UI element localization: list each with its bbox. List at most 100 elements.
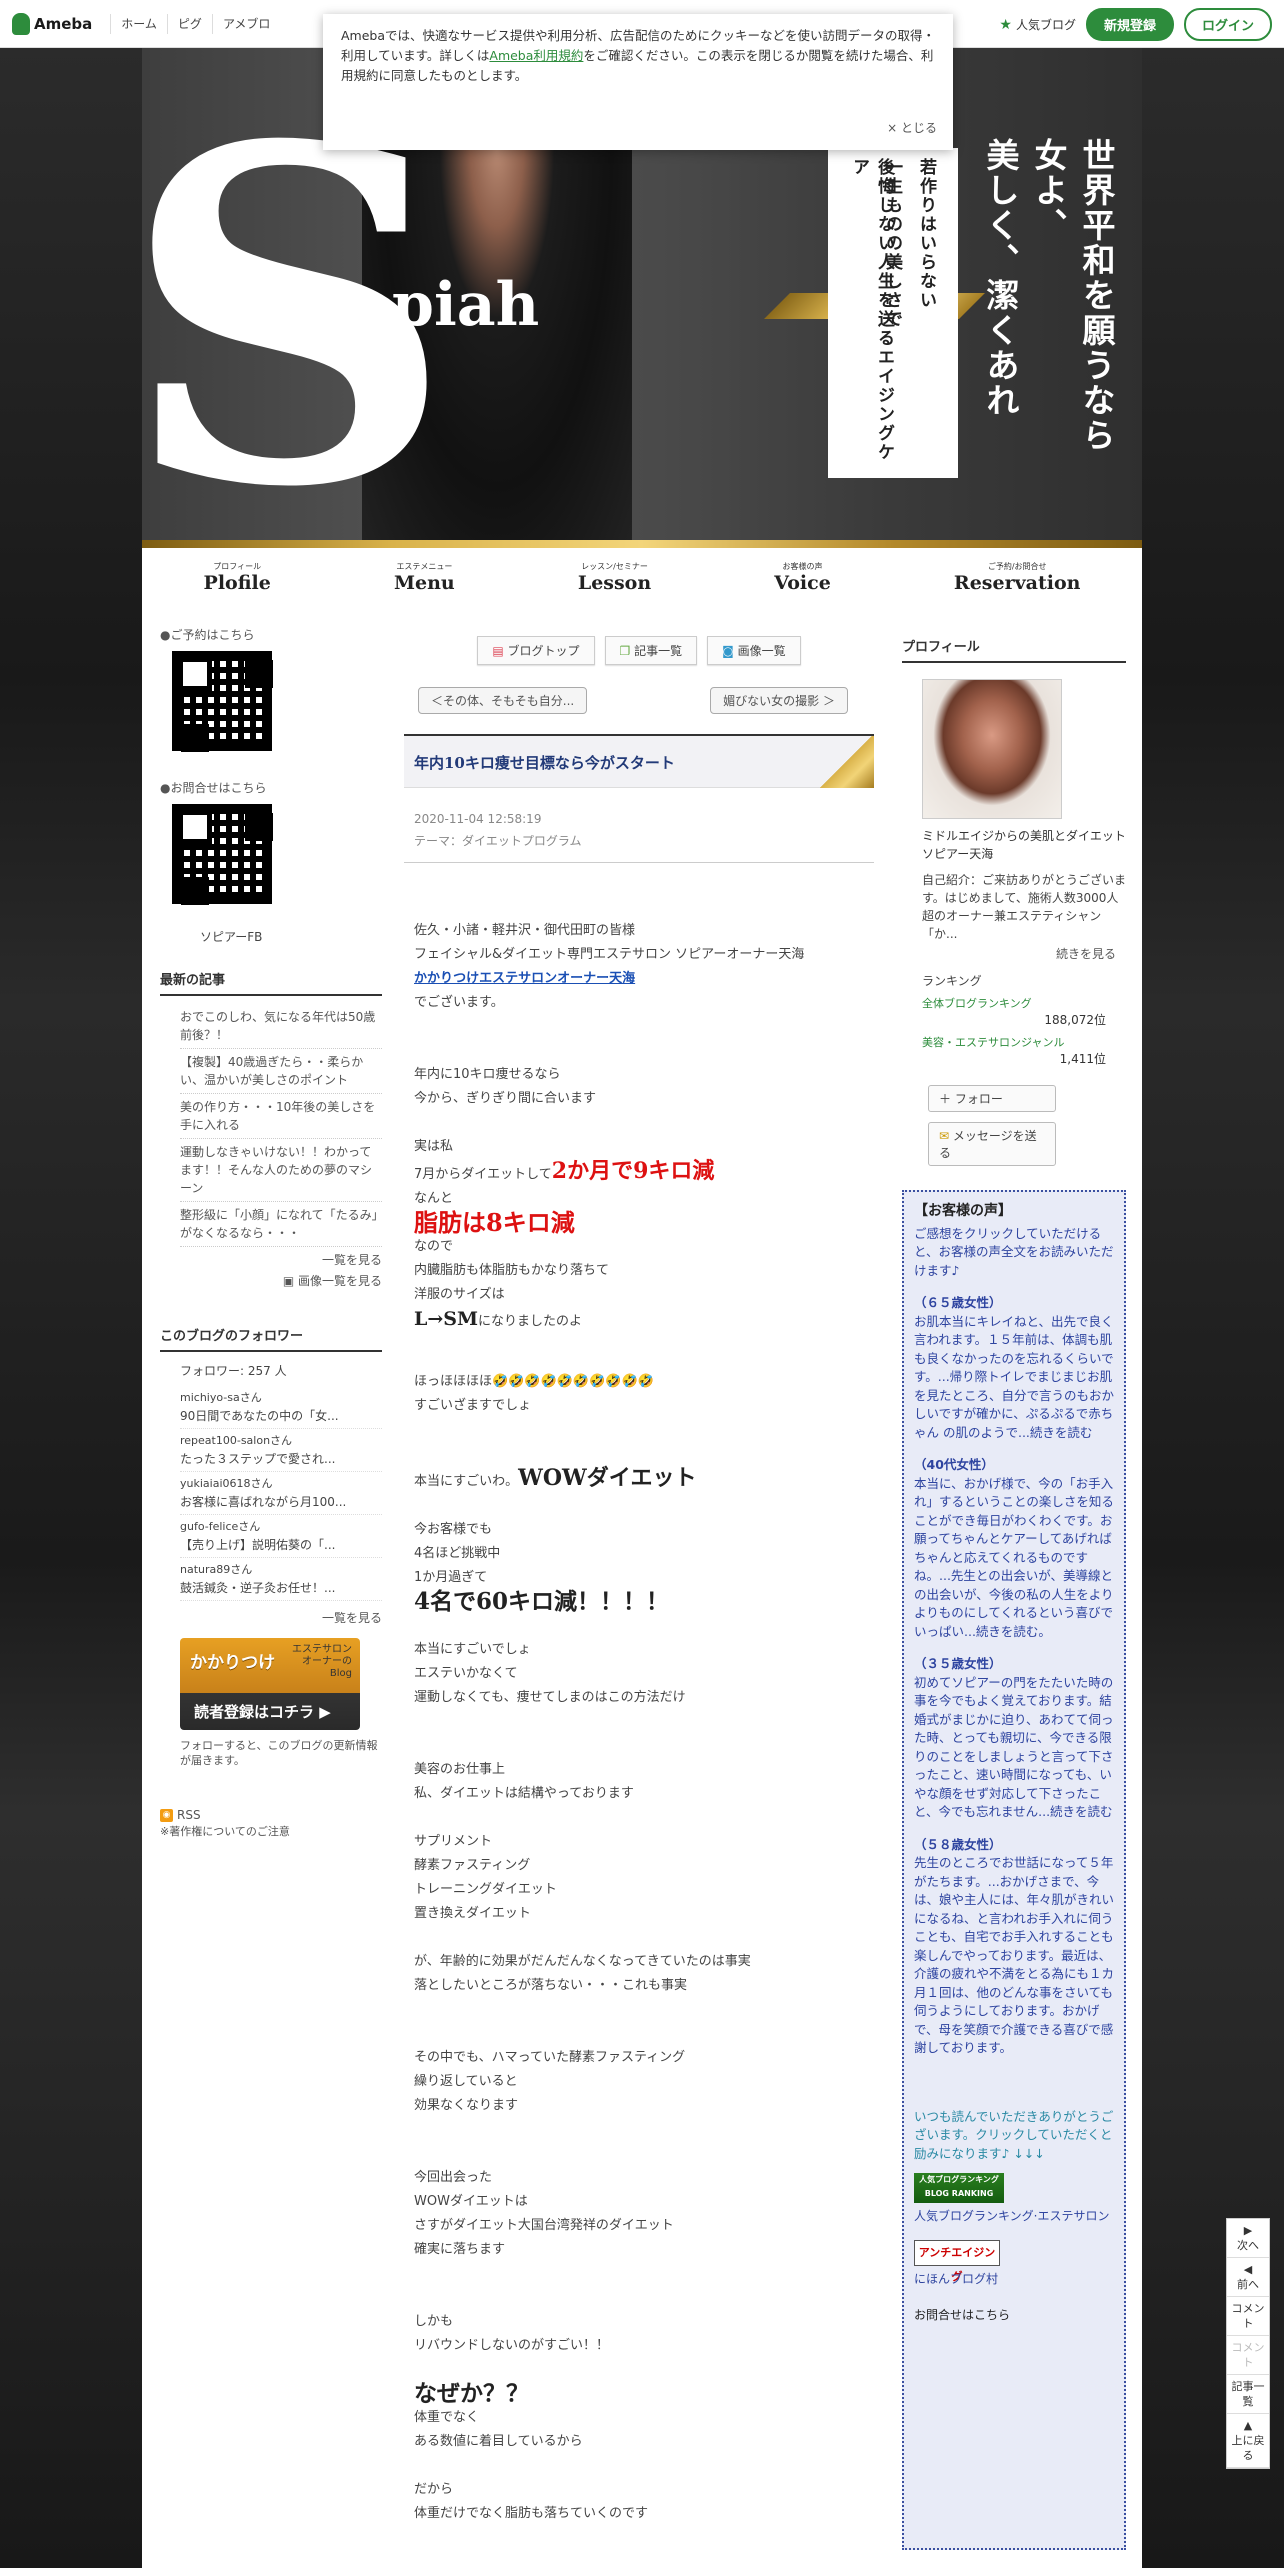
prev-article-button[interactable]: ＜その体、そもそも自分...	[418, 687, 588, 714]
recent-post-item[interactable]: 【複製】40歳過ぎたら・・柔らかい、温かいが美しさのポイント	[180, 1049, 382, 1094]
profile-avatar[interactable]	[922, 679, 1062, 819]
reserve-qr-code[interactable]	[172, 651, 272, 751]
voice-text[interactable]: お肌本当にキレイねと、出先で良く言われます。１５年前は、体調も肌も良くなかったの…	[914, 1313, 1114, 1443]
body-text: になりましたのよ	[478, 1314, 583, 1329]
ameba-logo[interactable]: Ameba	[12, 12, 92, 35]
body-line: だから	[414, 2482, 454, 2497]
voice-tail: いつも読んでいただきありがとうございます。クリックしていただくと励みになります♪…	[914, 2108, 1114, 2161]
owner-link[interactable]: かかりつけエステサロンオーナー天海	[414, 967, 874, 991]
rss-link[interactable]: ◉ RSS	[160, 1808, 382, 1822]
tab-image-list-label: 画像一覧	[737, 644, 786, 658]
voice-head: （５８歳女性）	[914, 1836, 1002, 1852]
menu-profile[interactable]: プロフィール Plofile	[204, 561, 271, 594]
body-line: 運動しなくても、痩せてしまのはこの方法だけ	[414, 1690, 686, 1705]
blog-menu: プロフィール Plofile エステメニュー Menu レッスン/セミナー Lesso…	[142, 548, 1142, 606]
recent-post-item[interactable]: 整形級に「小顔」になれて「たるみ」がなくなるなら・・・	[180, 1202, 382, 1247]
body-text: 7月からダイエットして	[414, 1167, 552, 1182]
recent-post-item[interactable]: 運動しなきゃいけない！！わかってます！！そんな人のための夢のマシーン	[180, 1139, 382, 1202]
followers-heading: このブログのフォロワー	[160, 1325, 382, 1352]
cookie-close-button[interactable]: × とじる	[887, 118, 937, 138]
voice-text[interactable]: 先生のところでお世話になって５年がたちます。...おかげさまで、今は、娘や主人に…	[914, 1854, 1114, 2058]
highlight-60kg: 4名で60キロ減！！！！	[414, 1588, 670, 1615]
next-nav-button[interactable]: ▶ 次へ	[1227, 2219, 1269, 2258]
body-line: しかも	[414, 2314, 454, 2329]
menu-menu[interactable]: エステメニュー Menu	[394, 561, 455, 594]
nav-home[interactable]: ホーム	[110, 13, 167, 34]
follower-item[interactable]: repeat100-salonさん たった３ステップで愛され...	[180, 1429, 382, 1472]
article-list-nav-button[interactable]: 記事一覧	[1227, 2375, 1269, 2414]
voice-intro: ご感想をクリックしていただけると、お客様の声全文をお読みいただけます♪	[914, 1225, 1114, 1278]
body-line: 4名ほど挑戦中	[414, 1546, 501, 1561]
menu-reservation[interactable]: ご予約/お問合せ Reservation	[954, 561, 1081, 594]
profile-name[interactable]: ミドルエイジからの美肌とダイエット ソピアー天海	[922, 827, 1126, 863]
body-line: 本当にすごいわ。WOWダイエット	[414, 1466, 874, 1494]
follower-item[interactable]: michiyo-saさん 90日間であなたの中の「女...	[180, 1386, 382, 1429]
comment-nav-button[interactable]: コメント	[1227, 2297, 1269, 2336]
facebook-link[interactable]: ソピアーFB	[200, 928, 382, 945]
image-list-link[interactable]: ▣ 画像一覧を見る	[160, 1272, 382, 1289]
follower-name: repeat100-salonさん	[180, 1434, 293, 1447]
tab-article-list[interactable]: ❐ 記事一覧	[604, 636, 698, 665]
body-line: 置き換えダイエット	[414, 1906, 531, 1921]
follower-item[interactable]: gufo-feliceさん 【売り上げ】説明佑葵の「...	[180, 1515, 382, 1558]
ranking-caption[interactable]: 人気ブログランキング·エステサロン	[914, 2207, 1114, 2226]
recent-post-item[interactable]: 美の作り方・・・10年後の美しさを手に入れる	[180, 1094, 382, 1139]
register-button[interactable]: 新規登録	[1085, 8, 1174, 41]
menu-voice[interactable]: お客様の声 Voice	[774, 561, 831, 594]
follow-button[interactable]: ＋ フォロー	[928, 1085, 1056, 1112]
article-title[interactable]: 年内10キロ痩せ目標なら今がスタート	[404, 734, 874, 788]
global-nav: ホーム ピグ アメブロ	[110, 13, 280, 34]
menu-voice-jp: お客様の声	[782, 561, 823, 571]
send-message-button[interactable]: ✉ メッセージを送る	[928, 1122, 1056, 1166]
nav-pigg[interactable]: ピグ	[166, 13, 212, 34]
rank-all-label[interactable]: 全体ブログランキング	[922, 995, 1126, 1011]
login-button[interactable]: ログイン	[1183, 8, 1272, 41]
body-line: 今お客様でも	[414, 1522, 493, 1537]
wow-diet-heading: WOWダイエット	[518, 1465, 697, 1491]
blog-ranking-banner[interactable]: 人気ブログランキング BLOG RANKING	[914, 2173, 1004, 2203]
blogmura-caption[interactable]: にほんブログ村	[914, 2270, 1114, 2289]
rank-all-value: 188,072位	[1044, 1013, 1106, 1027]
follower-item[interactable]: natura89さん 鼓活鍼灸・逆子灸お任せ！...	[180, 1558, 382, 1601]
article-date: 2020-11-04 12:58:19	[414, 812, 542, 826]
image-list-label: 画像一覧を見る	[297, 1274, 382, 1288]
tab-blog-top[interactable]: ▤ ブログトップ	[477, 636, 595, 665]
body-line: 繰り返していると	[414, 2074, 518, 2089]
voice-text[interactable]: 本当に、おかげ様で、今の「お手入れ」するということの楽しさを知ることができ毎日が…	[914, 1475, 1114, 1642]
reader-register-banner[interactable]: かかりつけ エステサロン オーナーの Blog 読者登録はコチラ ▶	[180, 1638, 360, 1730]
popular-blog-link[interactable]: ★ 人気ブログ	[999, 16, 1076, 33]
highlight-9kg: 2か月で9キロ減	[551, 1158, 715, 1184]
menu-lesson[interactable]: レッスン/セミナー Lesson	[578, 561, 651, 594]
recent-post-item[interactable]: おでこのしわ、気になる年代は50歳前後？！	[180, 1004, 382, 1049]
tab-image-list[interactable]: ◙ 画像一覧	[707, 636, 801, 665]
recent-more-link[interactable]: 一覧を見る	[160, 1251, 382, 1268]
terms-link[interactable]: Ameba利用規約	[489, 48, 583, 63]
topbar-actions: ★ 人気ブログ 新規登録 ログイン	[999, 8, 1272, 41]
body-line: 7月からダイエットして2か月で9キロ減	[414, 1159, 874, 1187]
copyright-notice-link[interactable]: ※著作権についてのご注意	[160, 1824, 382, 1839]
inquiry-qr-code[interactable]	[172, 804, 272, 904]
nav-ameblo[interactable]: アメブロ	[211, 13, 280, 34]
main-content: ●ご予約はこちら ●お問合せはこちら ソピアーFB 最新の記事 おでこのしわ、気…	[142, 606, 1142, 2568]
article-pager: ＜その体、そもそも自分... 媚びない女の撮影 ＞	[418, 687, 848, 714]
left-sidebar: ●ご予約はこちら ●お問合せはこちら ソピアーFB 最新の記事 おでこのしわ、気…	[160, 626, 382, 1839]
blog-tabs: ▤ ブログトップ ❐ 記事一覧 ◙ 画像一覧	[404, 636, 874, 665]
follower-item[interactable]: yukiaiai0618さん お客様に喜ばれながら月100...	[180, 1472, 382, 1515]
star-icon: ★	[999, 16, 1012, 33]
profile-more-link[interactable]: 続きを見る	[902, 945, 1116, 962]
followers-more-link[interactable]: 一覧を見る	[160, 1609, 382, 1626]
back-to-top-button[interactable]: ▲ 上に戻る	[1227, 2414, 1269, 2468]
rank-genre-label[interactable]: 美容・エステサロンジャンル	[922, 1034, 1126, 1050]
voice-text[interactable]: 初めてソピアーの門をたたいた時の事を今でもよく覚えております。結婚式がまじかに迫…	[914, 1674, 1114, 1822]
prev-nav-button[interactable]: ◀ 前へ	[1227, 2258, 1269, 2297]
article-theme-link[interactable]: テーマ：ダイエットプログラム	[414, 830, 874, 852]
body-line: 落としたいところが落ちない・・・これも事実	[414, 1978, 688, 1993]
anti-aging-banner[interactable]: アンチエイジング	[914, 2239, 1000, 2283]
mail-icon: ✉	[939, 1129, 953, 1143]
inquiry-label: ●お問合せはこちら	[160, 781, 267, 795]
next-article-button[interactable]: 媚びない女の撮影 ＞	[710, 687, 848, 714]
follower-name: gufo-feliceさん	[180, 1520, 261, 1533]
comment-nav-button-disabled[interactable]: コメント	[1227, 2336, 1269, 2375]
send-message-label: メッセージを送る	[939, 1129, 1037, 1160]
inquiry-link[interactable]: お問合せはこちら	[914, 2306, 1114, 2325]
